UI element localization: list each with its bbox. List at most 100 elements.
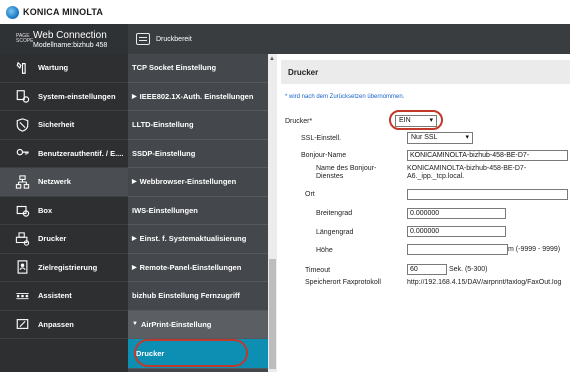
menu-item-label: Zielregistrierung	[38, 262, 98, 272]
submenu-item-lltd[interactable]: LLTD-Einstellung	[128, 111, 268, 140]
brand-name: KONICA MINOLTA	[23, 7, 104, 17]
box-icon	[14, 203, 30, 217]
ssl-select[interactable]: Nur SSL ▾	[407, 132, 473, 144]
chevron-right-icon: ▶	[132, 236, 137, 243]
timeout-label: Timeout	[305, 267, 331, 274]
ssl-select-value: Nur SSL	[411, 134, 438, 141]
submenu-item-ssdp[interactable]: SSDP-Einstellung	[128, 140, 268, 168]
menu-item-label: Drucker	[38, 234, 67, 244]
hoehe-input[interactable]	[407, 244, 508, 255]
drucker-label: Drucker*	[285, 118, 313, 125]
submenu-item-label: bizhub Einstellung Fernzugriff	[132, 291, 240, 301]
system-settings-icon	[14, 89, 30, 103]
submenu-item-label: SSDP-Einstellung	[132, 148, 196, 158]
submenu-item-label: TCP Socket Einstellung	[132, 63, 217, 73]
chevron-right-icon: ▶	[132, 179, 137, 186]
menu-item-anpassen[interactable]: Anpassen	[0, 311, 128, 339]
menu-item-netzwerk[interactable]: Netzwerk	[0, 168, 128, 197]
chevron-right-icon: ▶	[132, 93, 137, 100]
address-book-icon	[14, 260, 30, 274]
menu-item-zielregistrierung[interactable]: Zielregistrierung	[0, 254, 128, 282]
menu-item-benutzerauthentif[interactable]: Benutzerauthentif. / E....	[0, 140, 128, 168]
submenu-scrollbar[interactable]: ▲	[268, 54, 277, 372]
menu-item-label: Netzwerk	[38, 177, 71, 187]
menu-item-label: Benutzerauthentif. / E....	[38, 148, 124, 158]
content-panel: Drucker * wird nach dem Zurücksetzen übe…	[277, 54, 570, 372]
submenu-item-label: Einst. f. Systemaktualisierung	[139, 234, 247, 244]
ort-input[interactable]	[407, 189, 568, 200]
page-title: Drucker	[281, 60, 570, 84]
submenu-item-webbrowser[interactable]: ▶ Webbrowser-Einstellungen	[128, 168, 268, 197]
chevron-down-icon: ▼	[132, 321, 138, 328]
model-name: Modellname:bizhub 458	[33, 41, 108, 49]
pagescope-logo: PAGE SCOPE	[16, 33, 34, 44]
menu-item-box[interactable]: Box	[0, 197, 128, 225]
submenu-item-label: LLTD-Einstellung	[132, 120, 194, 130]
konica-minolta-logo-icon	[6, 5, 19, 19]
submenu-item-remote-panel[interactable]: ▶ Remote-Panel-Einstellungen	[128, 254, 268, 282]
customize-icon	[14, 317, 30, 331]
laengengrad-label: Längengrad	[316, 229, 354, 236]
menu-item-system-einstellungen[interactable]: System-einstellungen	[0, 83, 128, 111]
menu-item-label: Box	[38, 205, 53, 215]
scrollbar-thumb[interactable]	[269, 259, 276, 369]
submenu-item-label: Webbrowser-Einstellungen	[139, 177, 237, 187]
breitengrad-label: Breitengrad	[316, 210, 353, 217]
wizard-icon	[14, 289, 30, 303]
menu-item-assistent[interactable]: Assistent	[0, 282, 128, 311]
printer-status-icon	[136, 33, 150, 45]
printer-icon	[14, 232, 30, 246]
laengengrad-input[interactable]: 0.000000	[407, 226, 506, 237]
header-bar: PAGE SCOPE Web Connection Modellname:biz…	[0, 24, 570, 54]
faxprotokoll-value: http://192.168.4.15/DAV/airprint/faxlog/…	[407, 279, 562, 286]
submenu-item-tcp-socket[interactable]: TCP Socket Einstellung	[128, 54, 268, 83]
submenu-item-fernzugriff[interactable]: bizhub Einstellung Fernzugriff	[128, 282, 268, 311]
main-menu: Wartung System-einstellungen Sicherheit …	[0, 54, 128, 372]
menu-item-wartung[interactable]: Wartung	[0, 54, 128, 83]
chevron-down-icon: ▾	[465, 134, 469, 141]
bonjour-dienst-value-line2: A6._ipp._tcp.local.	[407, 173, 465, 180]
app-title-block: PAGE SCOPE Web Connection Modellname:biz…	[0, 24, 128, 54]
device-status: Druckbereit	[136, 24, 192, 54]
menu-item-label: System-einstellungen	[38, 91, 116, 101]
timeout-input[interactable]: 60	[407, 264, 447, 275]
sub-menu: TCP Socket Einstellung ▶ IEEE802.1X-Auth…	[128, 54, 268, 372]
submenu-item-airprint[interactable]: ▼ AirPrint-Einstellung	[128, 310, 268, 339]
hoehe-label: Höhe	[316, 247, 333, 254]
highlight-annotation-submenu	[134, 339, 248, 367]
menu-item-label: Anpassen	[38, 319, 74, 329]
submenu-item-systemaktualisierung[interactable]: ▶ Einst. f. Systemaktualisierung	[128, 225, 268, 254]
reset-note: * wird nach dem Zurücksetzen übernommen.	[285, 94, 405, 100]
menu-item-label: Sicherheit	[38, 120, 75, 130]
submenu-item-label: Remote-Panel-Einstellungen	[139, 262, 242, 272]
menu-item-drucker[interactable]: Drucker	[0, 225, 128, 254]
ssl-label: SSL-Einstell.	[301, 135, 342, 142]
submenu-item-iws[interactable]: IWS-Einstellungen	[128, 197, 268, 225]
bonjour-dienst-label: Name des Bonjour- Dienstes	[316, 165, 377, 180]
submenu-item-ieee8021x[interactable]: ▶ IEEE802.1X-Auth. Einstellungen	[128, 83, 268, 111]
hoehe-unit: m (-9999 - 9999)	[508, 246, 561, 253]
brand-bar: KONICA MINOLTA	[0, 0, 570, 24]
app-title: Web Connection	[33, 29, 107, 41]
status-text: Druckbereit	[156, 35, 192, 43]
breitengrad-input[interactable]: 0.000000	[407, 208, 506, 219]
scroll-up-icon[interactable]: ▲	[269, 56, 275, 62]
bonjour-dienst-value-line1: KONICAMINOLTA-bizhub-458-BE-D7-	[407, 165, 527, 172]
timeout-unit: Sek. (5-300)	[449, 266, 488, 273]
bonjour-name-label: Bonjour-Name	[301, 152, 347, 159]
chevron-right-icon: ▶	[132, 264, 137, 271]
user-auth-icon	[14, 146, 30, 160]
ort-label: Ort	[305, 191, 315, 198]
maintenance-icon	[14, 61, 30, 75]
faxprotokoll-label: Speicherort Faxprotokoll	[305, 279, 381, 286]
menu-item-sicherheit[interactable]: Sicherheit	[0, 111, 128, 140]
bonjour-name-input[interactable]: KONICAMINOLTA-bizhub-458-BE-D7-	[407, 150, 568, 161]
submenu-item-label: AirPrint-Einstellung	[140, 319, 212, 329]
menu-item-label: Assistent	[38, 291, 72, 301]
menu-item-label: Wartung	[38, 63, 69, 73]
shield-icon	[14, 118, 30, 132]
submenu-item-label: IEEE802.1X-Auth. Einstellungen	[139, 91, 254, 101]
network-icon	[14, 175, 30, 189]
highlight-annotation-drucker	[389, 110, 443, 130]
submenu-item-label: IWS-Einstellungen	[132, 205, 198, 215]
